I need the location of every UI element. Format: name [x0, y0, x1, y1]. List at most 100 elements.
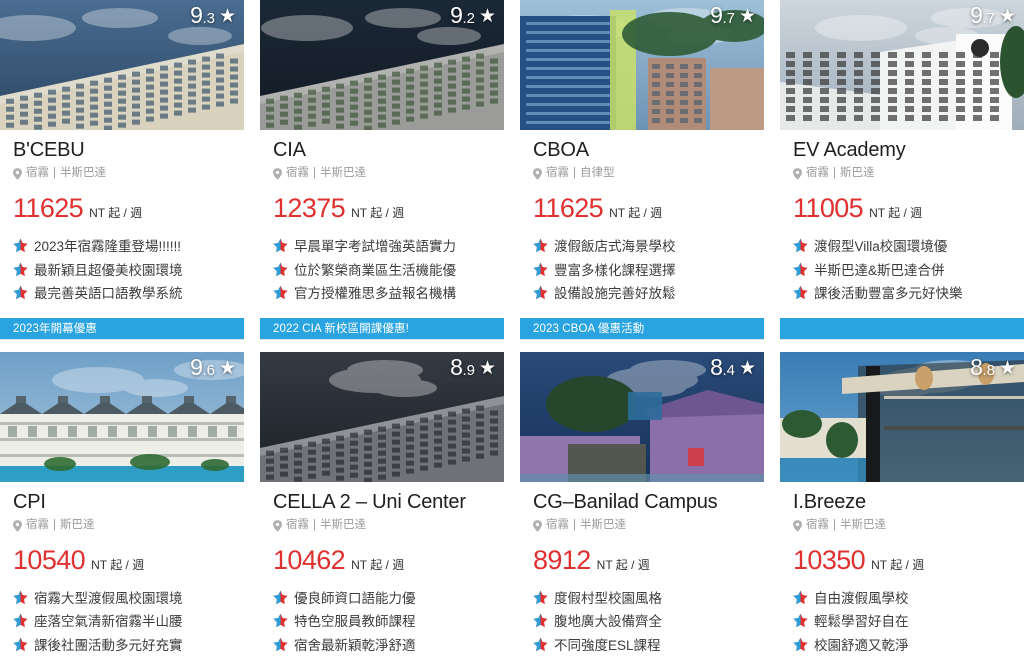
feature-item: 2023年宿霧隆重登場!!!!!! — [13, 237, 231, 257]
school-type: 半斯巴達 — [580, 520, 626, 532]
feature-text: 腹地廣大設備齊全 — [554, 612, 662, 632]
star-badge-icon — [273, 590, 288, 605]
school-name[interactable]: CPI — [13, 491, 231, 514]
feature-list: 自由渡假風學校輕鬆學習好自在校園舒適又乾淨 — [793, 589, 1011, 668]
feature-item: 課後活動豐富多元好快樂 — [793, 284, 1011, 304]
price-amount: 10350 — [793, 547, 865, 574]
location-city: 宿霧 — [286, 520, 309, 532]
promo-banner[interactable] — [780, 318, 1024, 339]
school-photo[interactable]: 9.2★ — [260, 0, 504, 130]
feature-list: 渡假型Villa校園環境優半斯巴達&斯巴達合併課後活動豐富多元好快樂 — [793, 237, 1011, 318]
feature-item: 渡假型Villa校園環境優 — [793, 237, 1011, 257]
feature-item: 早晨單字考試增強英語實力 — [273, 237, 491, 257]
location-separator: | — [53, 520, 56, 532]
feature-text: 校園舒適又乾淨 — [814, 636, 909, 656]
school-type: 半斯巴達 — [320, 520, 366, 532]
feature-text: 宿舍最新穎乾淨舒適 — [294, 636, 416, 656]
school-name[interactable]: CBOA — [533, 139, 751, 162]
location-city: 宿霧 — [806, 168, 829, 180]
price-row: 10462NT 起 / 週 — [273, 547, 491, 574]
school-photo[interactable]: 8.4★ — [520, 352, 764, 482]
price-amount: 11625 — [13, 195, 83, 222]
card-body: CPI宿霧|斯巴達10540NT 起 / 週宿霧大型渡假風校園環境座落空氣清新宿… — [0, 482, 244, 668]
feature-item: 位於繁榮商業區生活機能優 — [273, 261, 491, 281]
school-card[interactable]: 9.7★CBOA宿霧|自律型11625NT 起 / 週渡假飯店式海景學校豐富多樣… — [520, 0, 764, 340]
feature-list: 2023年宿霧隆重登場!!!!!!最新穎且超優美校園環境最完善英語口語教學系統 — [13, 237, 231, 318]
feature-item: 優良師資口語能力優 — [273, 589, 491, 609]
feature-text: 輕鬆學習好自在 — [814, 612, 909, 632]
feature-list: 早晨單字考試增強英語實力位於繁榮商業區生活機能優官方授權雅思多益報名機構 — [273, 237, 491, 318]
feature-item: 最新穎且超優美校園環境 — [13, 261, 231, 281]
star-badge-icon — [273, 238, 288, 253]
school-card[interactable]: 8.8★ I.Breeze 宿霧|半斯巴達 10350 NT 起 / 週自由渡假風學校輕… — [780, 352, 1024, 668]
feature-item: 度假村型校園風格 — [533, 589, 751, 609]
school-name[interactable]: CIA — [273, 139, 491, 162]
star-badge-icon — [13, 238, 28, 253]
feature-text: 設備設施完善好放鬆 — [554, 284, 676, 304]
school-card[interactable]: 9.6★CPI宿霧|斯巴達10540NT 起 / 週宿霧大型渡假風校園環境座落空… — [0, 352, 244, 668]
price-row: 8912NT 起 / 週 — [533, 547, 751, 574]
feature-text: 宿霧大型渡假風校園環境 — [34, 589, 183, 609]
feature-text: 渡假型Villa校園環境優 — [814, 237, 947, 257]
feature-text: 官方授權雅思多益報名機構 — [294, 284, 456, 304]
school-type: 半斯巴達 — [320, 168, 366, 180]
promo-banner[interactable]: 2022 CIA 新校區開課優惠! — [260, 318, 504, 339]
star-badge-icon — [533, 262, 548, 277]
card-body: EV Academy宿霧|斯巴達11005NT 起 / 週渡假型Villa校園環… — [780, 130, 1024, 318]
school-type: 斯巴達 — [60, 520, 95, 532]
school-card[interactable]: 8.9★ CELLA 2 – Uni Center 宿霧 | 半斯巴達 10462NT 起… — [260, 352, 504, 668]
school-location: 宿霧|半斯巴達 — [793, 520, 1011, 532]
feature-item: 座落空氣清新宿霧半山腰 — [13, 612, 231, 632]
feature-item: 設備設施完善好放鬆 — [533, 284, 751, 304]
promo-banner[interactable]: 2023 CBOA 優惠活動 — [520, 318, 764, 339]
school-photo[interactable]: 8.9★ — [260, 352, 504, 482]
price-unit: NT 起 / 週 — [91, 559, 144, 571]
school-name[interactable]: EV Academy — [793, 139, 1011, 162]
feature-text: 豐富多樣化課程選擇 — [554, 261, 676, 281]
school-name[interactable]: B'CEBU — [13, 139, 231, 162]
star-badge-icon — [13, 637, 28, 652]
feature-item: 輕鬆學習好自在 — [793, 612, 1011, 632]
price-amount: 8912 — [533, 547, 591, 574]
school-card[interactable]: 9.2★CIA宿霧|半斯巴達12375NT 起 / 週早晨單字考試增強英語實力位… — [260, 0, 504, 340]
card-body: B'CEBU宿霧|半斯巴達11625NT 起 / 週2023年宿霧隆重登場!!!… — [0, 130, 244, 318]
feature-text: 不同強度ESL課程 — [554, 636, 661, 656]
price-unit: NT 起 / 週 — [871, 559, 924, 571]
school-photo[interactable]: 8.8★ — [780, 352, 1024, 482]
feature-item: 腹地廣大設備齊全 — [533, 612, 751, 632]
location-separator: | — [313, 520, 316, 532]
school-photo[interactable]: 9.7★ — [520, 0, 764, 130]
school-name[interactable]: CG–Banilad Campus — [533, 491, 751, 514]
location-pin-icon — [793, 520, 802, 532]
price-amount: 11005 — [793, 195, 863, 222]
price-row: 10540NT 起 / 週 — [13, 547, 231, 574]
feature-item: 課後社團活動多元好充實 — [13, 636, 231, 656]
star-badge-icon — [13, 613, 28, 628]
school-card[interactable]: 8.4★CG–Banilad Campus宿霧|半斯巴達8912NT 起 / 週… — [520, 352, 764, 668]
location-pin-icon — [533, 168, 542, 180]
feature-text: 位於繁榮商業區生活機能優 — [294, 261, 456, 281]
feature-text: 半斯巴達&斯巴達合併 — [814, 261, 945, 281]
school-type: 斯巴達 — [840, 168, 875, 180]
school-card[interactable]: 9.3★B'CEBU宿霧|半斯巴達11625NT 起 / 週2023年宿霧隆重登… — [0, 0, 244, 340]
feature-text: 度假村型校園風格 — [554, 589, 662, 609]
school-name[interactable]: CELLA 2 – Uni Center — [273, 491, 491, 514]
price-unit: NT 起 / 週 — [351, 207, 404, 219]
promo-banner[interactable]: 2023年開幕優惠 — [0, 318, 244, 339]
feature-text: 最新穎且超優美校園環境 — [34, 261, 183, 281]
school-photo[interactable]: 9.7★ — [780, 0, 1024, 130]
star-badge-icon — [533, 590, 548, 605]
location-city: 宿霧 — [546, 168, 569, 180]
location-pin-icon — [13, 520, 22, 532]
school-name[interactable]: I.Breeze — [793, 491, 1011, 514]
star-badge-icon — [533, 637, 548, 652]
star-badge-icon — [533, 613, 548, 628]
price-unit: NT 起 / 週 — [89, 207, 142, 219]
feature-item: 自由渡假風學校 — [793, 589, 1011, 609]
price-unit: NT 起 / 週 — [609, 207, 662, 219]
school-photo[interactable]: 9.3★ — [0, 0, 244, 130]
school-card[interactable]: 9.7★EV Academy宿霧|斯巴達11005NT 起 / 週渡假型Vill… — [780, 0, 1024, 340]
school-type: 自律型 — [580, 168, 615, 180]
feature-text: 2023年宿霧隆重登場!!!!!! — [34, 237, 181, 257]
school-photo[interactable]: 9.6★ — [0, 352, 244, 482]
